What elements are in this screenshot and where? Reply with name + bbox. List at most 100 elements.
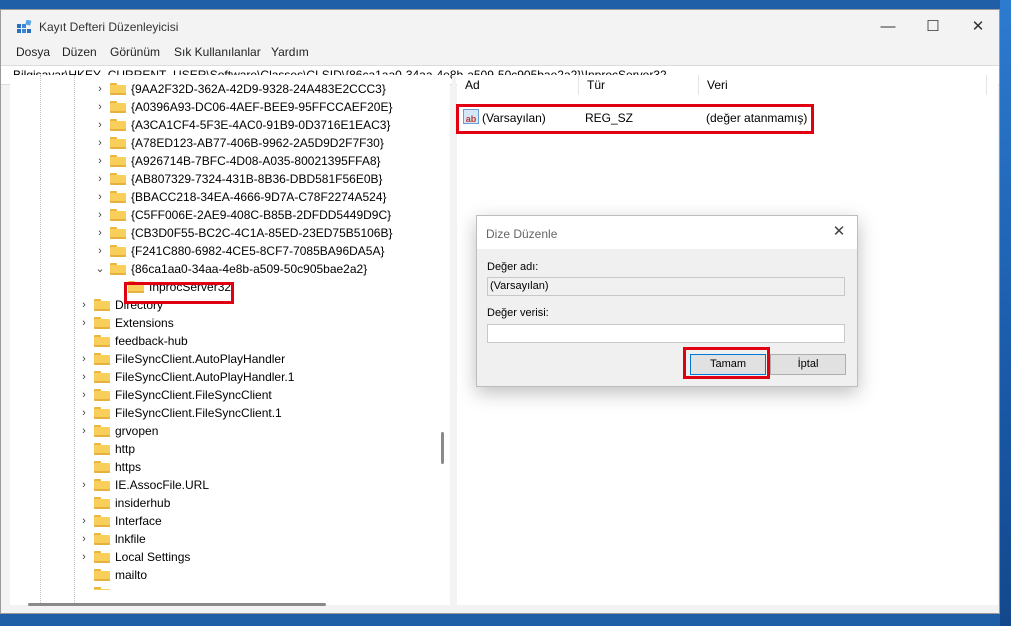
expand-chevron-icon[interactable]: › (94, 80, 106, 98)
cancel-button[interactable]: İptal (770, 354, 846, 375)
tree-item-label: {CB3D0F55-BC2C-4C1A-85ED-23ED75B5106B} (131, 226, 393, 240)
tree-item-clsid[interactable]: › {9AA2F32D-362A-42D9-9328-24A483E2CCC3} (10, 80, 450, 98)
tree-item-clsid[interactable]: › {A78ED123-AB77-406B-9962-2A5D9D2F7F30} (10, 134, 450, 152)
folder-icon (94, 299, 110, 311)
expand-chevron-icon[interactable]: › (94, 206, 106, 224)
tree-item-clsid[interactable]: › {F241C880-6982-4CE5-8CF7-7085BA96DA5A} (10, 242, 450, 260)
tree-vertical-scrollbar[interactable] (441, 432, 444, 464)
expand-chevron-icon[interactable]: › (78, 350, 90, 368)
edit-string-dialog: Dize Düzenle ✕ Değer adı: (Varsayılan) D… (476, 215, 858, 387)
value-data-input[interactable] (487, 324, 845, 343)
tree-item-label: {A926714B-7BFC-4D08-A035-80021395FFA8} (131, 154, 381, 168)
tree-item-label: lnkfile (115, 532, 146, 546)
tree-item-class[interactable]: feedback-hub (10, 332, 450, 350)
expand-chevron-icon[interactable]: › (78, 530, 90, 548)
tree-item-clsid[interactable]: › {C5FF006E-2AE9-408C-B85B-2DFDD5449D9C} (10, 206, 450, 224)
tree-item-clsid[interactable]: › {BBACC218-34EA-4666-9D7A-C78F2274A524} (10, 188, 450, 206)
folder-icon (110, 101, 126, 113)
tree-item-class[interactable]: › FileSyncClient.AutoPlayHandler (10, 350, 450, 368)
window-title: Kayıt Defteri Düzenleyicisi (39, 20, 179, 34)
tree-item-class[interactable]: mailto (10, 566, 450, 584)
tree-item-class[interactable]: › grvopen (10, 422, 450, 440)
menu-edit[interactable]: Düzen (62, 45, 97, 59)
menu-file[interactable]: Dosya (16, 45, 50, 59)
expand-chevron-icon[interactable]: › (94, 188, 106, 206)
tree-item-label: {A3CA1CF4-5F3E-4AC0-91B9-0D3716E1EAC3} (131, 118, 391, 132)
tree-item-class[interactable]: › FileSyncClient.AutoPlayHandler.1 (10, 368, 450, 386)
folder-icon (94, 533, 110, 545)
tree-item-label: {A78ED123-AB77-406B-9962-2A5D9D2F7F30} (131, 136, 384, 150)
key-tree-pane[interactable]: › {9AA2F32D-362A-42D9-9328-24A483E2CCC3} ›… (10, 75, 450, 605)
expand-chevron-icon[interactable]: › (78, 422, 90, 440)
expand-chevron-icon[interactable]: › (94, 152, 106, 170)
close-button[interactable]: ✕ (955, 15, 1001, 39)
highlight-ok-button (683, 347, 770, 379)
tree-item-label: {C5FF006E-2AE9-408C-B85B-2DFDD5449D9C} (131, 208, 392, 222)
dialog-close-icon[interactable]: ✕ (829, 222, 849, 242)
tree-item-expanded-clsid[interactable]: ⌄ {86ca1aa0-34aa-4e8b-a509-50c905bae2a2} (10, 260, 450, 278)
tree-item-class[interactable]: › IE.AssocFile.URL (10, 476, 450, 494)
tree-item-clsid[interactable]: › {A3CA1CF4-5F3E-4AC0-91B9-0D3716E1EAC3} (10, 116, 450, 134)
tree-item-label: Interface (115, 514, 162, 528)
tree-item-label: feedback-hub (115, 334, 188, 348)
expand-chevron-icon[interactable]: › (78, 386, 90, 404)
tree-item-clsid[interactable]: › {CB3D0F55-BC2C-4C1A-85ED-23ED75B5106B} (10, 224, 450, 242)
tree-item-clsid[interactable]: › {AB807329-7324-431B-8B36-DBD581F56E0B} (10, 170, 450, 188)
folder-icon (94, 461, 110, 473)
folder-icon (110, 83, 126, 95)
folder-icon (110, 119, 126, 131)
tree-item-class[interactable]: › FileSyncClient.FileSyncClient (10, 386, 450, 404)
maximize-button[interactable]: ☐ (910, 15, 956, 39)
menu-help[interactable]: Yardım (271, 45, 309, 59)
folder-icon (110, 209, 126, 221)
registry-editor-icon (17, 20, 32, 33)
tree-item-clsid[interactable]: › {A0396A93-DC06-4AEF-BEE9-95FFCCAEF20E} (10, 98, 450, 116)
folder-icon (110, 227, 126, 239)
expand-chevron-icon[interactable]: › (94, 134, 106, 152)
column-header-data[interactable]: Veri (699, 75, 987, 95)
expand-chevron-icon[interactable]: › (78, 404, 90, 422)
tree-item-label: {F241C880-6982-4CE5-8CF7-7085BA96DA5A} (131, 244, 385, 258)
pane-splitter[interactable] (452, 75, 456, 605)
tree-item-class[interactable]: https (10, 458, 450, 476)
expand-chevron-icon[interactable]: › (78, 512, 90, 530)
tree-item-class[interactable]: http (10, 440, 450, 458)
tree-item-class[interactable]: › lnkfile (10, 530, 450, 548)
tree-item-class[interactable]: › Interface (10, 512, 450, 530)
menu-favorites[interactable]: Sık Kullanılanlar (174, 45, 261, 59)
expand-chevron-icon[interactable]: › (94, 170, 106, 188)
tree-item-label: FileSyncClient.FileSyncClient.1 (115, 406, 282, 420)
folder-icon (94, 389, 110, 401)
collapse-chevron-icon[interactable]: ⌄ (94, 260, 106, 278)
value-data-label: Değer verisi: (487, 307, 549, 319)
expand-chevron-icon[interactable]: › (94, 98, 106, 116)
tree-item-clsid[interactable]: › {A926714B-7BFC-4D08-A035-80021395FFA8} (10, 152, 450, 170)
column-header-type[interactable]: Tür (579, 75, 699, 95)
tree-item-class[interactable]: insiderhub (10, 494, 450, 512)
tree-horizontal-scrollbar[interactable] (28, 603, 326, 606)
tree-item-label: {9AA2F32D-362A-42D9-9328-24A483E2CCC3} (131, 82, 386, 96)
expand-chevron-icon[interactable]: › (78, 476, 90, 494)
folder-icon (110, 263, 126, 275)
folder-icon (94, 569, 110, 581)
folder-icon (94, 479, 110, 491)
expand-chevron-icon[interactable]: › (78, 548, 90, 566)
expand-chevron-icon[interactable]: › (78, 368, 90, 386)
expand-chevron-icon[interactable]: › (94, 224, 106, 242)
expand-chevron-icon[interactable]: › (94, 242, 106, 260)
tree-item-label: {BBACC218-34EA-4666-9D7A-C78F2274A524} (131, 190, 387, 204)
menu-view[interactable]: Görünüm (110, 45, 160, 59)
tree-item-class[interactable]: › FileSyncClient.FileSyncClient.1 (10, 404, 450, 422)
dialog-title-bar[interactable]: Dize Düzenle ✕ (477, 216, 857, 249)
minimize-button[interactable]: — (865, 15, 911, 39)
tree-item-class[interactable]: › Extensions (10, 314, 450, 332)
tree-item-class[interactable]: › Local Settings (10, 548, 450, 566)
expand-chevron-icon[interactable]: › (78, 314, 90, 332)
dialog-title: Dize Düzenle (486, 227, 558, 241)
column-header-name[interactable]: Ad (457, 75, 579, 95)
folder-icon (110, 191, 126, 203)
expand-chevron-icon[interactable]: › (78, 296, 90, 314)
tree-item-label: {AB807329-7324-431B-8B36-DBD581F56E0B} (131, 172, 383, 186)
expand-chevron-icon[interactable]: › (94, 116, 106, 134)
title-bar[interactable]: Kayıt Defteri Düzenleyicisi — ☐ ✕ (1, 10, 999, 42)
